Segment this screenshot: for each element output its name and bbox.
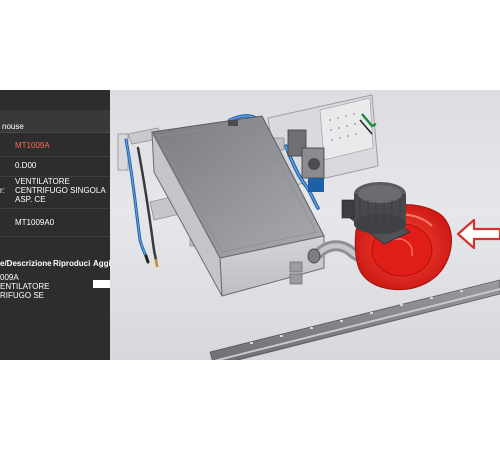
bom-tab-bar: e/Descrizione Riproduci Aggi [0, 258, 110, 270]
bom-list-item[interactable]: 009A ENTILATORE RIFUGO SE [0, 273, 50, 300]
property-value-code: MT1009A [15, 141, 50, 150]
property-value-file: MT1009A0 [15, 218, 55, 227]
fan-motor [341, 182, 411, 245]
tab-aggiungi[interactable]: Aggi [93, 259, 110, 268]
bom-item-desc-line2: RIFUGO SE [0, 291, 45, 300]
property-row-revision[interactable]: 0.D00 [0, 156, 110, 177]
app-window: nouse MT1009A 0.D00 r: VENTILATORE CENTR… [0, 90, 500, 360]
panel-header: nouse [0, 110, 110, 133]
foreground-rail [209, 279, 500, 360]
property-row-code[interactable]: MT1009A [0, 136, 110, 157]
bom-item-desc-line1: ENTILATORE [0, 282, 50, 291]
property-row-file[interactable]: MT1009A0 [0, 208, 110, 237]
properties-panel: nouse MT1009A 0.D00 r: VENTILATORE CENTR… [0, 90, 110, 360]
3d-model-render [117, 94, 500, 360]
panel-header-title: nouse [2, 122, 24, 131]
arrow-left-outline-icon [456, 218, 500, 250]
tab-descrizione[interactable]: e/Descrizione [0, 259, 52, 268]
property-value-description-line3: ASP. CE [15, 195, 46, 204]
property-row-description[interactable]: r: VENTILATORE CENTRIFUGO SINGOLA ASP. C… [0, 176, 110, 209]
3d-viewport[interactable] [110, 90, 500, 360]
quantity-field[interactable] [93, 280, 110, 288]
bom-item-code: 009A [0, 273, 19, 282]
property-label-description: r: [0, 186, 5, 195]
property-value-revision: 0.D00 [15, 161, 37, 170]
tab-riproduci[interactable]: Riproduci [53, 259, 90, 268]
